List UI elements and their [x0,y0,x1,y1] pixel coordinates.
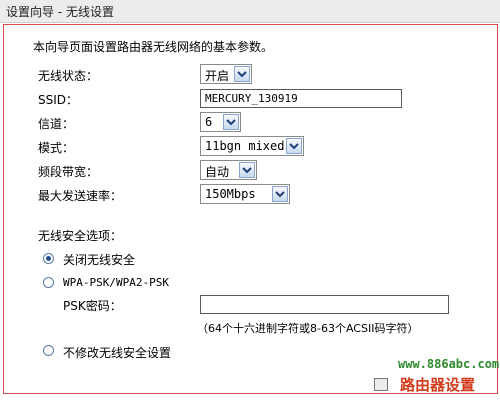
chevron-down-icon [234,66,250,82]
chevron-down-icon [286,138,302,154]
mode-select[interactable]: 11bgn mixed [200,136,304,156]
radio-disable-security[interactable] [43,253,54,264]
chevron-down-icon [272,186,288,202]
security-heading: 无线安全选项： [38,229,123,243]
max-rate-select[interactable]: 150Mbps [200,184,290,204]
psk-hint: （64个十六进制字符或8-63个ACSII码字符） [197,322,419,335]
watermark-brand: 路由器设置 [400,376,476,394]
bandwidth-value: 自动 [205,165,230,179]
wireless-status-value: 开启 [205,69,230,83]
wireless-status-label: 无线状态： [38,69,99,83]
channel-value: 6 [205,115,213,129]
radio-wpa-psk-label: WPA-PSK/WPA2-PSK [63,276,169,289]
radio-wpa-psk[interactable] [43,277,54,288]
bandwidth-label: 频段带宽： [38,165,99,179]
psk-password-label: PSK密码： [63,299,122,313]
watermark-url: www.886abc.com [398,357,500,371]
radio-keep-security[interactable] [43,345,54,356]
chevron-down-icon [239,162,255,178]
intro-text: 本向导页面设置路由器无线网络的基本参数。 [33,40,274,54]
mode-label: 模式： [38,141,75,155]
radio-disable-security-label: 关闭无线安全 [63,253,136,267]
psk-password-input[interactable] [200,295,449,314]
window-title: 设置向导 - 无线设置 [6,5,114,19]
ssid-input[interactable]: MERCURY_130919 [200,89,402,108]
wireless-status-select[interactable]: 开启 [200,64,252,84]
max-rate-label: 最大发送速率： [38,189,123,203]
title-bar: 设置向导 - 无线设置 [0,0,500,23]
channel-select[interactable]: 6 [200,112,241,132]
next-button[interactable] [374,378,388,391]
mode-value: 11bgn mixed [205,139,285,153]
radio-keep-security-label: 不修改无线安全设置 [63,346,172,360]
chevron-down-icon [223,114,239,130]
max-rate-value: 150Mbps [205,187,256,201]
bandwidth-select[interactable]: 自动 [200,160,257,180]
channel-label: 信道： [38,117,75,131]
ssid-label: SSID： [38,93,79,107]
